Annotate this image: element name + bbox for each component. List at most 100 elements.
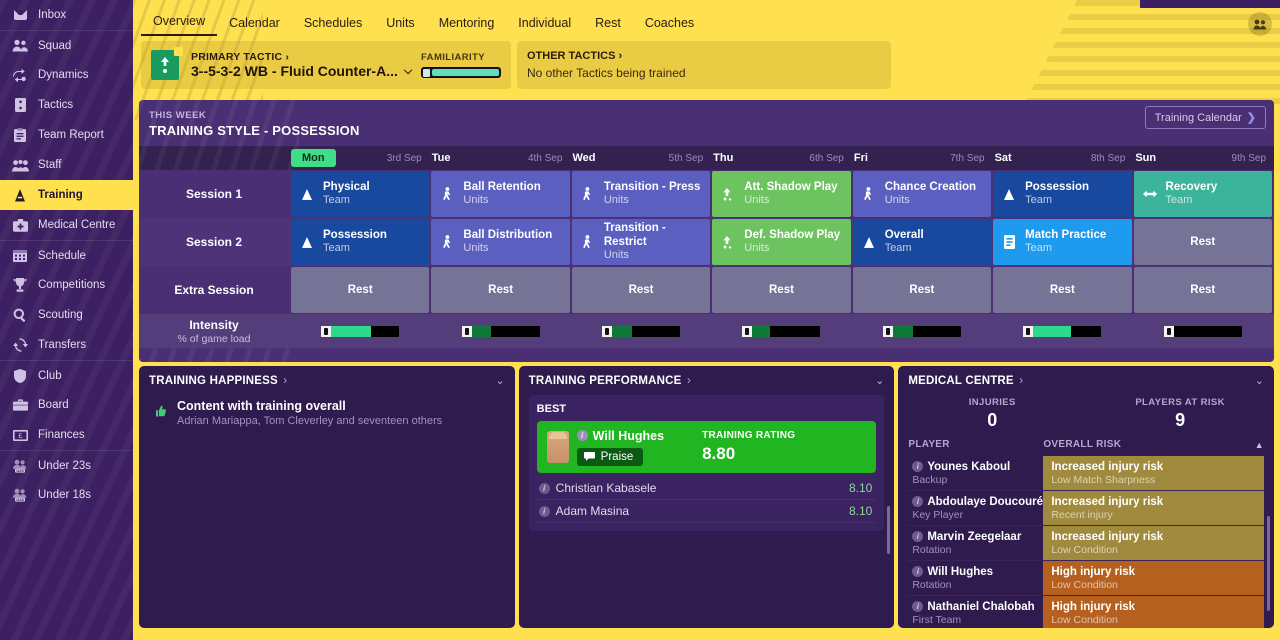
day-header-tue[interactable]: Tue 4th Sep xyxy=(430,146,571,170)
sidebar-item-schedule[interactable]: Schedule xyxy=(0,240,133,270)
table-row[interactable]: i Younes Kaboul Backup Increased injury ris… xyxy=(908,456,1265,491)
table-row[interactable]: i Will Hughes Rotation High injury risk Low … xyxy=(908,561,1265,596)
session-cell[interactable]: Transition - Press Units xyxy=(571,171,711,217)
sidebar-item-transfers[interactable]: Transfers xyxy=(0,330,133,360)
sort-arrow-icon[interactable]: ▲ xyxy=(1255,440,1264,450)
session-cell-rest[interactable]: Rest xyxy=(1133,219,1272,265)
sidebar-item-team-report[interactable]: Team Report xyxy=(0,120,133,150)
intensity-cell[interactable] xyxy=(572,314,710,348)
day-header-fri[interactable]: Fri 7th Sep xyxy=(852,146,993,170)
intensity-cell[interactable] xyxy=(853,314,991,348)
happiness-header[interactable]: TRAINING HAPPINESS › ⌄ xyxy=(139,366,515,393)
session-cell-rest[interactable]: Rest xyxy=(712,267,851,313)
session-cell-rest[interactable]: Rest xyxy=(571,267,711,313)
session-cell-rest[interactable]: Rest xyxy=(993,267,1132,313)
day-header-sat[interactable]: Sat 8th Sep xyxy=(993,146,1134,170)
session-cell[interactable]: Recovery Team xyxy=(1133,171,1272,217)
table-row[interactable]: i Abdoulaye Doucouré Key Player Increased i… xyxy=(908,491,1265,526)
session-cell-rest[interactable]: Rest xyxy=(852,267,992,313)
best-player-name: Will Hughes xyxy=(592,428,665,443)
collapse-caret-icon[interactable]: ⌄ xyxy=(1255,374,1264,387)
session-cell[interactable]: Ball Distribution Units xyxy=(431,219,570,265)
training-rating-label: TRAINING RATING xyxy=(702,430,796,441)
chevron-down-icon[interactable]: ⌵ xyxy=(404,65,412,78)
primary-tactic-card[interactable]: PRIMARY TACTIC › 3--5-3-2 WB - Fluid Cou… xyxy=(141,41,511,89)
collapse-caret-icon[interactable]: ⌄ xyxy=(495,374,504,387)
happiness-row: Content with training overall Adrian Mar… xyxy=(139,393,515,427)
info-icon[interactable]: i xyxy=(538,505,550,517)
medical-scrollbar[interactable] xyxy=(1267,516,1271,611)
sidebar-item-inbox[interactable]: Inbox xyxy=(0,0,133,30)
session-cell[interactable]: Chance Creation Units xyxy=(852,171,992,217)
tab-calendar[interactable]: Calendar xyxy=(217,16,292,36)
tab-overview[interactable]: Overview xyxy=(141,14,218,36)
collapse-caret-icon[interactable]: ⌄ xyxy=(875,374,884,387)
session-cell[interactable]: Overall Team xyxy=(852,219,992,265)
sidebar-item-competitions[interactable]: Competitions xyxy=(0,270,133,300)
day-header-wed[interactable]: Wed 5th Sep xyxy=(570,146,711,170)
table-row[interactable]: i Nathaniel Chalobah First Team High injury… xyxy=(908,596,1265,628)
intensity-bar xyxy=(321,325,400,337)
column-risk[interactable]: OVERALL RISK xyxy=(1043,439,1254,450)
sidebar-item-under-23s[interactable]: U23 Under 23s xyxy=(0,450,133,480)
session-cell[interactable]: Def. Shadow Play Units xyxy=(712,219,851,265)
info-icon[interactable]: i xyxy=(538,482,550,494)
info-icon[interactable]: i xyxy=(912,531,924,542)
sidebar-item-under-18s[interactable]: U18 Under 18s xyxy=(0,480,133,510)
tab-schedules[interactable]: Schedules xyxy=(292,16,374,36)
performance-list-item[interactable]: i Adam Masina 8.10 xyxy=(536,500,877,523)
sidebar-item-club[interactable]: Club xyxy=(0,360,133,390)
sidebar-item-medical-centre[interactable]: Medical Centre xyxy=(0,210,133,240)
day-header-mon[interactable]: Mon 3rd Sep xyxy=(289,146,430,170)
session-cell[interactable]: Physical Team xyxy=(291,171,430,217)
sidebar-item-dynamics[interactable]: Dynamics xyxy=(0,60,133,90)
info-icon[interactable]: i xyxy=(576,430,588,441)
medical-header[interactable]: MEDICAL CENTRE › ⌄ xyxy=(898,366,1274,393)
session-cell[interactable]: Possession Team xyxy=(993,171,1132,217)
session-cell[interactable]: Ball Retention Units xyxy=(431,171,570,217)
tab-mentoring[interactable]: Mentoring xyxy=(427,16,507,36)
performance-header[interactable]: TRAINING PERFORMANCE › ⌄ xyxy=(519,366,895,393)
session-cell-rest[interactable]: Rest xyxy=(1133,267,1272,313)
session-cell[interactable]: Att. Shadow Play Units xyxy=(712,171,851,217)
sidebar-item-staff[interactable]: Staff xyxy=(0,150,133,180)
performance-scrollbar[interactable] xyxy=(887,506,891,554)
column-player[interactable]: PLAYER xyxy=(908,439,1043,450)
praise-button[interactable]: Praise xyxy=(576,447,644,466)
info-icon[interactable]: i xyxy=(912,496,924,507)
session-cell[interactable]: Possession Team xyxy=(291,219,430,265)
primary-tactic-name-row[interactable]: 3--5-3-2 WB - Fluid Counter-A... ⌵ xyxy=(191,63,412,79)
sidebar-item-tactics[interactable]: Tactics xyxy=(0,90,133,120)
intensity-cell[interactable] xyxy=(431,314,569,348)
sidebar-item-scouting[interactable]: Scouting xyxy=(0,300,133,330)
info-icon[interactable]: i xyxy=(912,461,924,472)
sidebar-item-training[interactable]: Training xyxy=(0,180,133,210)
intensity-cell[interactable] xyxy=(993,314,1131,348)
tab-units[interactable]: Units xyxy=(374,16,426,36)
intensity-cell[interactable] xyxy=(712,314,850,348)
best-player-card[interactable]: i Will Hughes Praise TRAINING RATING 8.8… xyxy=(536,421,877,473)
tab-individual[interactable]: Individual xyxy=(506,16,583,36)
session-cell-rest[interactable]: Rest xyxy=(431,267,570,313)
avatar[interactable] xyxy=(1248,12,1272,36)
tab-rest[interactable]: Rest xyxy=(583,16,633,36)
training-calendar-button[interactable]: Training Calendar ❯ xyxy=(1144,106,1266,129)
session-cell-rest[interactable]: Rest xyxy=(291,267,430,313)
performance-list-item[interactable]: i Christian Kabasele 8.10 xyxy=(536,477,877,500)
intensity-cell[interactable] xyxy=(291,314,429,348)
sidebar-item-squad[interactable]: Squad xyxy=(0,30,133,60)
session-cell[interactable]: Match Practice Team xyxy=(993,219,1132,265)
info-icon[interactable]: i xyxy=(912,601,924,612)
session-cell[interactable]: Transition - Restrict Units xyxy=(571,219,711,265)
day-header-thu[interactable]: Thu 6th Sep xyxy=(711,146,852,170)
tab-coaches[interactable]: Coaches xyxy=(633,16,706,36)
other-tactics-label: OTHER TACTICS xyxy=(527,50,616,62)
info-icon[interactable]: i xyxy=(912,566,924,577)
session-unit: Units xyxy=(463,194,489,207)
sidebar-item-finances[interactable]: £ Finances xyxy=(0,420,133,450)
intensity-cell[interactable] xyxy=(1134,314,1272,348)
day-header-sun[interactable]: Sun 9th Sep xyxy=(1133,146,1274,170)
sidebar-item-board[interactable]: Board xyxy=(0,390,133,420)
other-tactics-card[interactable]: OTHER TACTICS › No other Tactics being t… xyxy=(517,41,891,89)
table-row[interactable]: i Marvin Zeegelaar Rotation Increased injur… xyxy=(908,526,1265,561)
